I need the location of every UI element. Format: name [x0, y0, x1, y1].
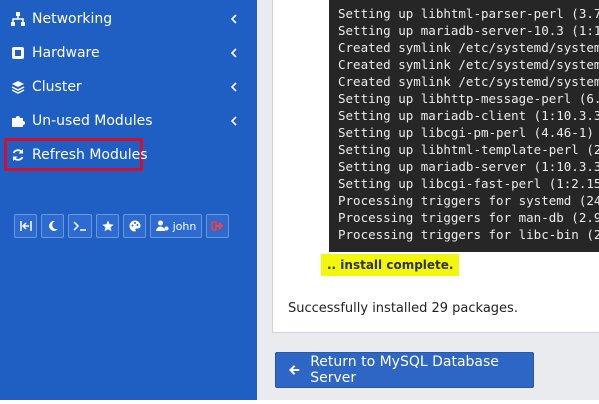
- star-icon: [101, 220, 114, 232]
- sidebar-item-label: Hardware: [32, 45, 100, 61]
- terminal-line: Setting up mariadb-client (1:10.3.32-: [338, 108, 599, 123]
- terminal-button[interactable]: [68, 214, 92, 238]
- chevron-left-icon: [231, 48, 237, 58]
- theme-toggle-button[interactable]: [41, 214, 64, 238]
- logout-icon: [211, 221, 224, 231]
- sidebar-item-label: Networking: [32, 11, 113, 27]
- terminal-line: Processing triggers for systemd (245: [338, 193, 599, 208]
- terminal-line: Setting up mariadb-server-10.3 (1:10.: [338, 23, 599, 38]
- terminal-line: Processing triggers for libc-bin (2.3: [338, 227, 599, 242]
- networking-icon: [10, 11, 26, 27]
- collapse-icon: [19, 221, 32, 231]
- sidebar: Networking Hardware Cluster Un-used Modu…: [0, 0, 257, 404]
- user-button[interactable]: john: [150, 214, 202, 238]
- sidebar-item-networking[interactable]: Networking: [0, 4, 257, 34]
- collapse-sidebar-button[interactable]: [14, 214, 37, 238]
- sidebar-item-hardware[interactable]: Hardware: [0, 38, 257, 68]
- user-cog-icon: [155, 220, 169, 231]
- install-complete-label: .. install complete.: [321, 254, 460, 276]
- sidebar-item-label: Un-used Modules: [32, 113, 153, 129]
- install-output-terminal: Setting up libhtml-parser-perl (3.72- Se…: [329, 0, 599, 252]
- palette-icon: [129, 220, 140, 232]
- terminal-line: Setting up libcgi-fast-perl (1:2.15-1: [338, 176, 599, 191]
- username: john: [172, 219, 197, 233]
- sidebar-toolbar: john: [14, 214, 229, 238]
- sidebar-item-unused-modules[interactable]: Un-used Modules: [0, 106, 257, 136]
- bottom-strip: [0, 400, 599, 404]
- hardware-icon: [10, 45, 26, 61]
- terminal-line: Created symlink /etc/systemd/system/m: [338, 40, 599, 55]
- cluster-icon: [10, 79, 26, 95]
- favorites-button[interactable]: [96, 214, 119, 238]
- terminal-line: Setting up libhttp-message-perl (6.22: [338, 91, 599, 106]
- chevron-left-icon: [231, 82, 237, 92]
- terminal-line: Setting up mariadb-server (1:10.3.32-: [338, 159, 599, 174]
- terminal-line: Created symlink /etc/systemd/system/m: [338, 74, 599, 89]
- sidebar-item-label: Cluster: [32, 79, 82, 95]
- terminal-line: Setting up libhtml-parser-perl (3.72-: [338, 6, 599, 21]
- refresh-icon: [10, 147, 26, 163]
- success-message: Successfully installed 29 packages.: [288, 301, 518, 316]
- return-to-mysql-button[interactable]: Return to MySQL Database Server: [275, 352, 534, 388]
- terminal-line: Setting up libcgi-pm-perl (4.46-1) .: [338, 125, 599, 140]
- moon-icon: [48, 220, 58, 231]
- arrow-left-icon: [289, 365, 300, 375]
- terminal-icon: [73, 221, 86, 231]
- terminal-line: Processing triggers for man-db (2.9.1: [338, 210, 599, 225]
- logout-button[interactable]: [206, 214, 229, 238]
- terminal-line: Setting up libhtml-template-perl (2.9: [338, 142, 599, 157]
- return-button-label: Return to MySQL Database Server: [310, 354, 499, 386]
- terminal-line: Created symlink /etc/systemd/system/m: [338, 57, 599, 72]
- sidebar-item-cluster[interactable]: Cluster: [0, 72, 257, 102]
- palette-button[interactable]: [123, 214, 146, 238]
- sidebar-item-refresh-modules[interactable]: Refresh Modules: [0, 140, 257, 170]
- puzzle-icon: [10, 113, 26, 129]
- chevron-left-icon: [231, 116, 237, 126]
- chevron-left-icon: [231, 14, 237, 24]
- sidebar-item-label: Refresh Modules: [32, 147, 148, 163]
